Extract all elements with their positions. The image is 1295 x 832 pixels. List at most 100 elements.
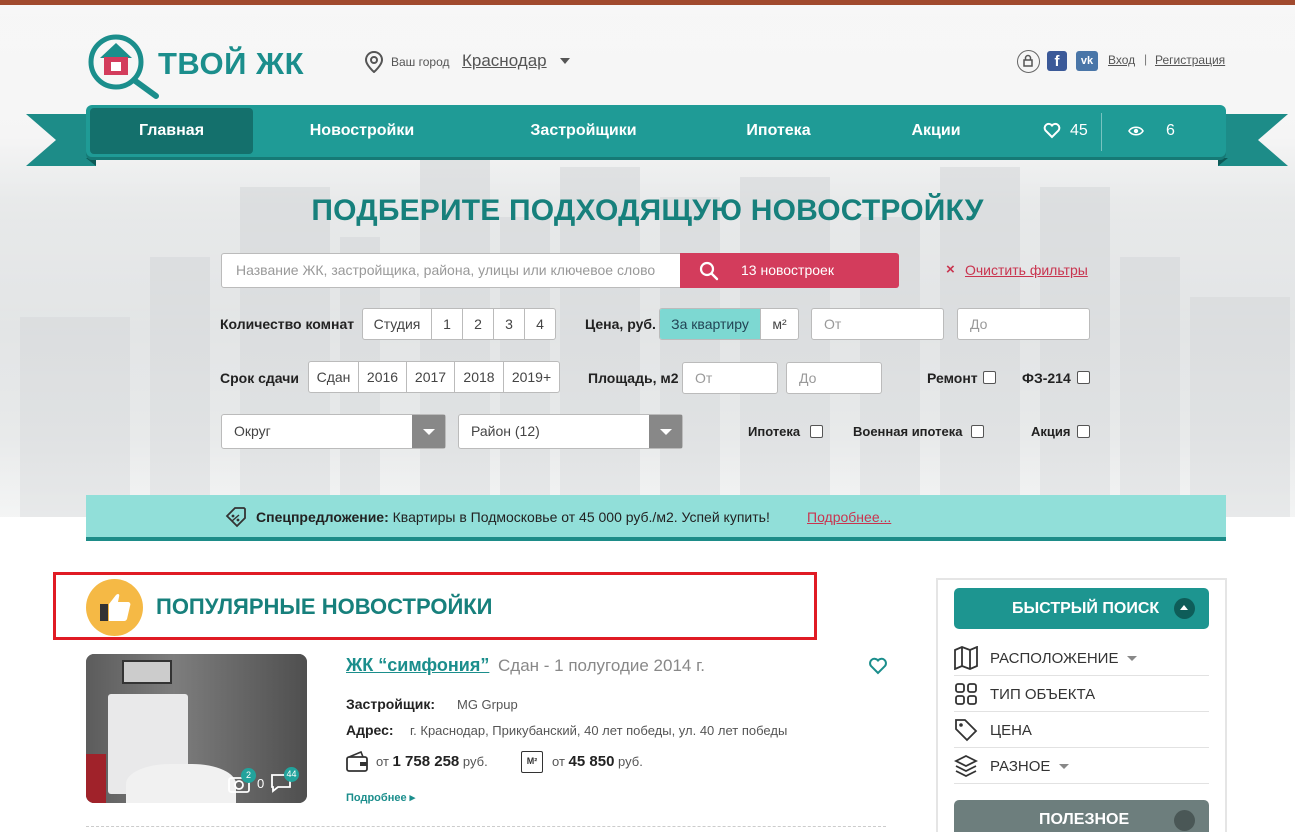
map-icon	[954, 646, 978, 670]
nav-item-developers[interactable]: Застройщики	[491, 105, 676, 157]
rooms-option[interactable]: 3	[494, 309, 525, 339]
logo-icon[interactable]	[86, 33, 166, 99]
favorites-count[interactable]: 45	[1070, 105, 1088, 157]
rooms-option[interactable]: 2	[463, 309, 494, 339]
favorite-heart-icon[interactable]	[868, 656, 888, 676]
mortgage-label: Ипотека	[748, 424, 801, 439]
sqm-price-value: 45 850	[568, 753, 615, 770]
price-to-input[interactable]: До	[957, 308, 1090, 340]
building-title-link[interactable]: ЖК “симфония”	[346, 655, 489, 676]
repair-checkbox[interactable]	[983, 371, 996, 384]
card-more-link[interactable]: Подробнее ▸	[346, 791, 415, 804]
deadline-selector: Сдан 2016 2017 2018 2019+	[308, 361, 560, 393]
chevron-down-icon	[412, 415, 445, 448]
rooms-label: Количество комнат	[220, 316, 355, 332]
chevron-down-icon	[649, 415, 682, 448]
city-label: Ваш город	[391, 55, 450, 69]
tag-icon	[955, 719, 978, 742]
clear-filters-link[interactable]: Очистить фильтры	[965, 262, 1088, 278]
login-link[interactable]: Вход	[1108, 53, 1135, 67]
flat-price-prefix: от	[376, 754, 389, 769]
military-mortgage-checkbox[interactable]	[971, 425, 984, 438]
sidebar-item-misc[interactable]: РАЗНОЕ	[954, 748, 1209, 784]
views-count[interactable]: 6	[1166, 105, 1175, 157]
fz214-checkbox[interactable]	[1077, 371, 1090, 384]
sidebar-item-location[interactable]: РАСПОЛОЖЕНИЕ	[954, 640, 1209, 676]
building-status: Сдан - 1 полугодие 2014 г.	[498, 656, 705, 675]
developer-label: Застройщик:	[346, 696, 435, 712]
address-label: Адрес:	[346, 722, 394, 738]
deadline-option[interactable]: Сдан	[309, 362, 359, 392]
region-select-value: Район (12)	[471, 423, 540, 439]
useful-label: ПОЛЕЗНОЕ	[1039, 811, 1130, 828]
area-to-input[interactable]: До	[786, 362, 882, 394]
useful-toggle[interactable]: ПОЛЕЗНОЕ	[954, 800, 1209, 832]
flat-price-value: 1 758 258	[392, 753, 460, 770]
sidebar-item-price[interactable]: ЦЕНА	[954, 712, 1209, 748]
developer-value[interactable]: MG Grpup	[457, 697, 518, 712]
main-nav: Главная Новостройки Застройщики Ипотека …	[86, 105, 1226, 157]
special-offer-link[interactable]: Подробнее...	[807, 509, 891, 525]
area-label: Площадь, м2	[588, 370, 679, 386]
quick-search-label: БЫСТРЫЙ ПОИСК	[1012, 600, 1160, 617]
rooms-option[interactable]: 1	[432, 309, 463, 339]
nav-item-new-buildings[interactable]: Новостройки	[272, 105, 452, 157]
district-select-value: Округ	[234, 423, 271, 439]
price-label: Цена, руб.	[585, 316, 656, 332]
sidebar-item-label: ТИП ОБЪЕКТА	[990, 686, 1096, 703]
search-input[interactable]: Название ЖК, застройщика, района, улицы …	[221, 253, 681, 288]
chevron-down-icon[interactable]	[560, 58, 570, 64]
district-select[interactable]: Округ	[221, 414, 446, 449]
search-button[interactable]: 13 новостроек	[680, 253, 899, 288]
sidebar-item-label: РАЗНОЕ	[990, 758, 1051, 775]
chevron-down-icon	[1059, 764, 1069, 769]
sqm-price-unit: руб.	[618, 754, 643, 769]
promo-filter-label: Акция	[1031, 424, 1071, 439]
quick-search-toggle[interactable]: БЫСТРЫЙ ПОИСК	[954, 588, 1209, 629]
comments-badge: 44	[284, 767, 299, 782]
nav-divider	[1101, 113, 1102, 151]
special-offer-text: Спецпредложение: Квартиры в Подмосковье …	[256, 509, 770, 525]
deadline-option[interactable]: 2019+	[504, 362, 559, 392]
deadline-label: Срок сдачи	[220, 370, 299, 386]
search-icon	[699, 261, 719, 281]
rooms-option[interactable]: 4	[525, 309, 555, 339]
eye-icon[interactable]	[1128, 125, 1144, 137]
nav-item-home[interactable]: Главная	[90, 108, 253, 154]
grid-icon	[955, 683, 977, 705]
price-from-input[interactable]: От	[811, 308, 944, 340]
logo-text[interactable]: ТВОЙ ЖК	[158, 46, 304, 82]
rooms-selector: Студия 1 2 3 4	[362, 308, 556, 340]
promo-filter-checkbox[interactable]	[1077, 425, 1090, 438]
mortgage-checkbox[interactable]	[810, 425, 823, 438]
flat-price-unit: руб.	[462, 754, 488, 769]
city-selector[interactable]: Краснодар	[462, 51, 547, 71]
sqm-price-prefix: от	[552, 754, 565, 769]
vk-icon[interactable]: vk	[1076, 51, 1098, 71]
deadline-option[interactable]: 2018	[455, 362, 504, 392]
heart-icon[interactable]	[1043, 122, 1061, 139]
discount-tag-icon	[225, 507, 246, 528]
chevron-down-icon[interactable]	[1174, 810, 1195, 831]
sqm-icon: М²	[521, 751, 543, 773]
wallet-icon	[346, 751, 368, 772]
lock-icon[interactable]	[1017, 50, 1040, 73]
area-from-input[interactable]: От	[682, 362, 778, 394]
nav-item-mortgage[interactable]: Ипотека	[706, 105, 851, 157]
flat-price: от 1 758 258 руб.	[376, 753, 488, 770]
sidebar-item-object-type[interactable]: ТИП ОБЪЕКТА	[954, 676, 1209, 712]
sidebar-item-label: ЦЕНА	[990, 722, 1032, 739]
nav-item-promotions[interactable]: Акции	[886, 105, 986, 157]
close-icon[interactable]: ×	[946, 261, 955, 278]
hero-title: ПОДБЕРИТЕ ПОДХОДЯЩУЮ НОВОСТРОЙКУ	[311, 194, 984, 227]
price-mode-per-sqm[interactable]: м²	[761, 309, 798, 339]
register-link[interactable]: Регистрация	[1155, 53, 1225, 67]
price-mode-per-flat[interactable]: За квартиру	[660, 309, 761, 339]
deadline-option[interactable]: 2016	[359, 362, 407, 392]
military-mortgage-label: Военная ипотека	[853, 424, 963, 439]
rooms-option[interactable]: Студия	[363, 309, 432, 339]
region-select[interactable]: Район (12)	[458, 414, 683, 449]
facebook-icon[interactable]: f	[1047, 51, 1067, 71]
chevron-up-icon[interactable]	[1174, 598, 1195, 619]
deadline-option[interactable]: 2017	[407, 362, 455, 392]
